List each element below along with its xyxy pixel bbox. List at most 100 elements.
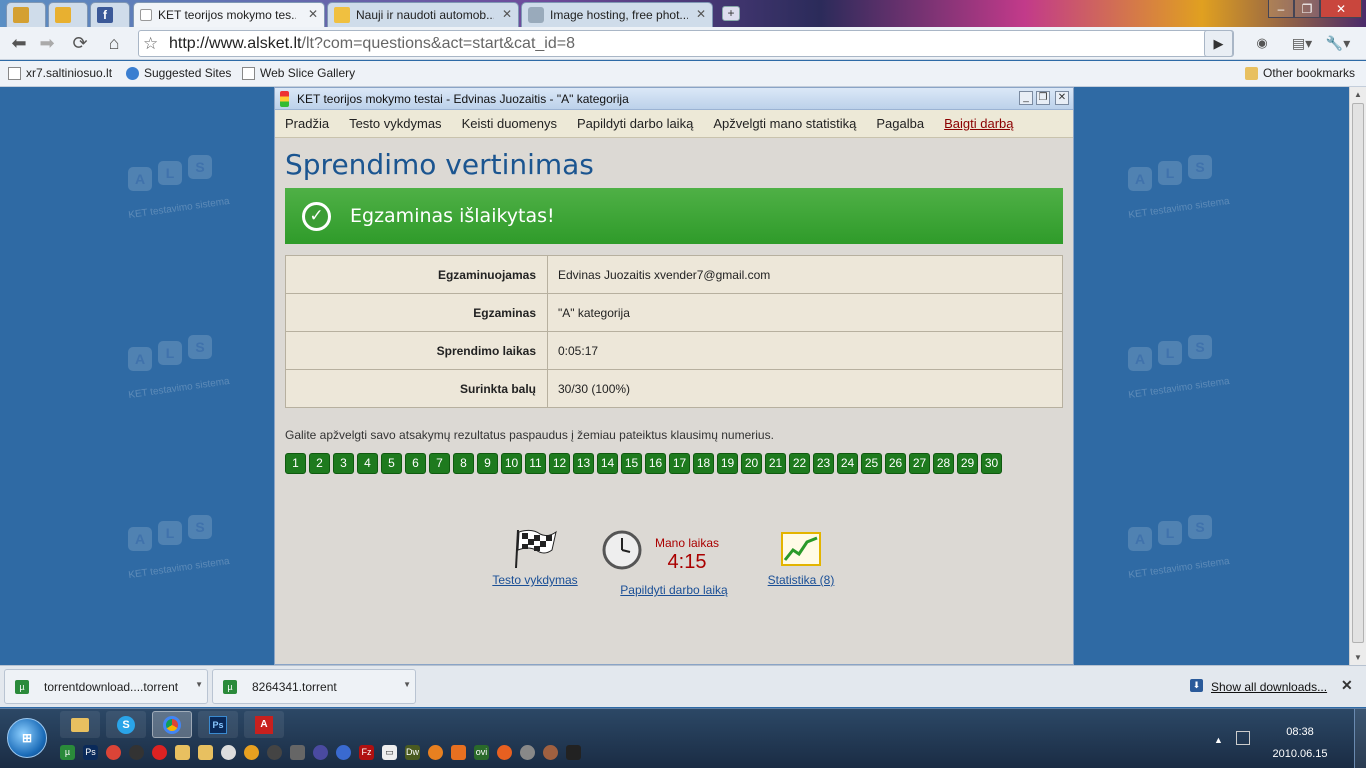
bookmark-star-icon[interactable]: ☆ <box>143 34 158 54</box>
question-button[interactable]: 17 <box>669 453 690 474</box>
chrome-icon[interactable] <box>106 745 121 760</box>
question-button[interactable]: 7 <box>429 453 450 474</box>
start-button[interactable]: ⊞ <box>7 718 47 758</box>
app-restore-button[interactable]: ❐ <box>1036 91 1050 105</box>
question-button[interactable]: 5 <box>381 453 402 474</box>
bookmark-item[interactable]: Web Slice Gallery <box>242 66 355 80</box>
download-item[interactable]: µ torrentdownload....torrent ▼ <box>4 669 208 704</box>
vlc-icon[interactable] <box>451 745 466 760</box>
bookmark-item[interactable]: Suggested Sites <box>126 66 231 80</box>
close-icon[interactable]: ✕ <box>1341 677 1353 694</box>
taskbar-chrome[interactable] <box>152 711 192 738</box>
app-icon[interactable] <box>313 745 328 760</box>
close-icon[interactable]: ✕ <box>308 7 318 21</box>
question-button[interactable]: 9 <box>477 453 498 474</box>
question-button[interactable]: 26 <box>885 453 906 474</box>
scroll-down-icon[interactable]: ▼ <box>1354 653 1362 662</box>
maximize-button[interactable]: ❐ <box>1294 0 1320 18</box>
stop-button[interactable]: ◉ <box>1248 30 1276 56</box>
download-item[interactable]: µ 8264341.torrent ▼ <box>212 669 416 704</box>
go-button[interactable]: ▶ <box>1204 30 1233 57</box>
folder-icon[interactable] <box>175 745 190 760</box>
forward-button[interactable]: ➡ <box>33 30 61 56</box>
menu-item-baigti-darba[interactable]: Baigti darbą <box>944 116 1013 131</box>
dropdown-icon[interactable]: ▼ <box>195 680 203 689</box>
question-button[interactable]: 27 <box>909 453 930 474</box>
show-all-downloads-link[interactable]: Show all downloads... <box>1211 680 1327 694</box>
app-close-button[interactable]: ✕ <box>1055 91 1069 105</box>
link-papildyti-darbo-laika[interactable]: Papildyti darbo laiką <box>609 583 739 597</box>
tools-menu-button[interactable]: 🔧▾ <box>1324 30 1352 56</box>
tab-image-hosting[interactable]: Image hosting, free phot... ✕ <box>521 2 713 27</box>
question-button[interactable]: 14 <box>597 453 618 474</box>
taskbar-skype[interactable]: S <box>106 711 146 738</box>
tab-pinned-2[interactable] <box>48 2 88 27</box>
app-icon[interactable] <box>428 745 443 760</box>
question-button[interactable]: 6 <box>405 453 426 474</box>
back-button[interactable]: ⬅ <box>5 30 33 56</box>
new-tab-button[interactable]: + <box>722 6 740 21</box>
tab-ket[interactable]: KET teorijos mokymo tes... ✕ <box>133 2 325 27</box>
question-button[interactable]: 30 <box>981 453 1002 474</box>
question-button[interactable]: 8 <box>453 453 474 474</box>
window-icon[interactable]: ▭ <box>382 745 397 760</box>
menu-item-pradzia[interactable]: Pradžia <box>285 116 329 131</box>
page-scrollbar[interactable]: ▲ ▼ <box>1349 87 1366 665</box>
show-desktop-button[interactable] <box>1354 709 1366 768</box>
tab-auto[interactable]: Nauji ir naudoti automob... ✕ <box>327 2 519 27</box>
reload-button[interactable]: ⟳ <box>66 30 94 56</box>
app-icon[interactable] <box>543 745 558 760</box>
question-button[interactable]: 24 <box>837 453 858 474</box>
menu-item-statistika[interactable]: Apžvelgti mano statistiką <box>713 116 856 131</box>
taskbar-clock[interactable]: 08:38 2010.06.15 <box>1268 721 1332 765</box>
bookmark-item[interactable]: xr7.saltiniosuo.lt <box>8 66 112 80</box>
app-icon[interactable] <box>566 745 581 760</box>
photoshop-icon[interactable]: Ps <box>83 745 98 760</box>
menu-item-pagalba[interactable]: Pagalba <box>876 116 924 131</box>
app-icon[interactable] <box>520 745 535 760</box>
question-button[interactable]: 15 <box>621 453 642 474</box>
app-minimize-button[interactable]: _ <box>1019 91 1033 105</box>
question-button[interactable]: 18 <box>693 453 714 474</box>
close-icon[interactable]: ✕ <box>502 7 512 21</box>
close-icon[interactable]: ✕ <box>696 7 706 21</box>
question-button[interactable]: 3 <box>333 453 354 474</box>
question-button[interactable]: 28 <box>933 453 954 474</box>
taskbar-photoshop[interactable]: Ps <box>198 711 238 738</box>
question-button[interactable]: 22 <box>789 453 810 474</box>
tab-pinned-1[interactable] <box>6 2 46 27</box>
soccer-ball-icon[interactable] <box>221 745 236 760</box>
taskbar-explorer[interactable] <box>60 711 100 738</box>
scrollbar-thumb[interactable] <box>1352 103 1364 643</box>
question-button[interactable]: 4 <box>357 453 378 474</box>
menu-item-testo-vykdymas[interactable]: Testo vykdymas <box>349 116 441 131</box>
gear-icon[interactable] <box>290 745 305 760</box>
question-button[interactable]: 19 <box>717 453 738 474</box>
close-window-button[interactable]: ✕ <box>1320 0 1362 18</box>
folder-icon[interactable] <box>198 745 213 760</box>
question-button[interactable]: 13 <box>573 453 594 474</box>
utorrent-icon[interactable]: µ <box>60 745 75 760</box>
question-button[interactable]: 23 <box>813 453 834 474</box>
menu-item-papildyti-laika[interactable]: Papildyti darbo laiką <box>577 116 693 131</box>
tab-pinned-facebook[interactable]: f <box>90 2 130 27</box>
filezilla-icon[interactable]: Fz <box>359 745 374 760</box>
other-bookmarks[interactable]: Other bookmarks <box>1245 66 1355 80</box>
scroll-up-icon[interactable]: ▲ <box>1354 90 1362 99</box>
page-menu-button[interactable]: ▤▾ <box>1288 30 1316 56</box>
steam-icon[interactable] <box>267 745 282 760</box>
minimize-button[interactable]: – <box>1268 0 1294 18</box>
question-button[interactable]: 25 <box>861 453 882 474</box>
question-button[interactable]: 11 <box>525 453 546 474</box>
dropdown-icon[interactable]: ▼ <box>403 680 411 689</box>
question-button[interactable]: 20 <box>741 453 762 474</box>
question-button[interactable]: 2 <box>309 453 330 474</box>
stop-sign-icon[interactable] <box>152 745 167 760</box>
home-button[interactable]: ⌂ <box>100 30 128 56</box>
question-button[interactable]: 12 <box>549 453 570 474</box>
question-button[interactable]: 1 <box>285 453 306 474</box>
ovi-icon[interactable]: ovi <box>474 745 489 760</box>
address-bar[interactable]: ☆ http://www.alsket.lt/lt?com=questions&… <box>138 30 1234 57</box>
link-statistika[interactable]: Statistika (8) <box>751 573 851 587</box>
question-button[interactable]: 16 <box>645 453 666 474</box>
